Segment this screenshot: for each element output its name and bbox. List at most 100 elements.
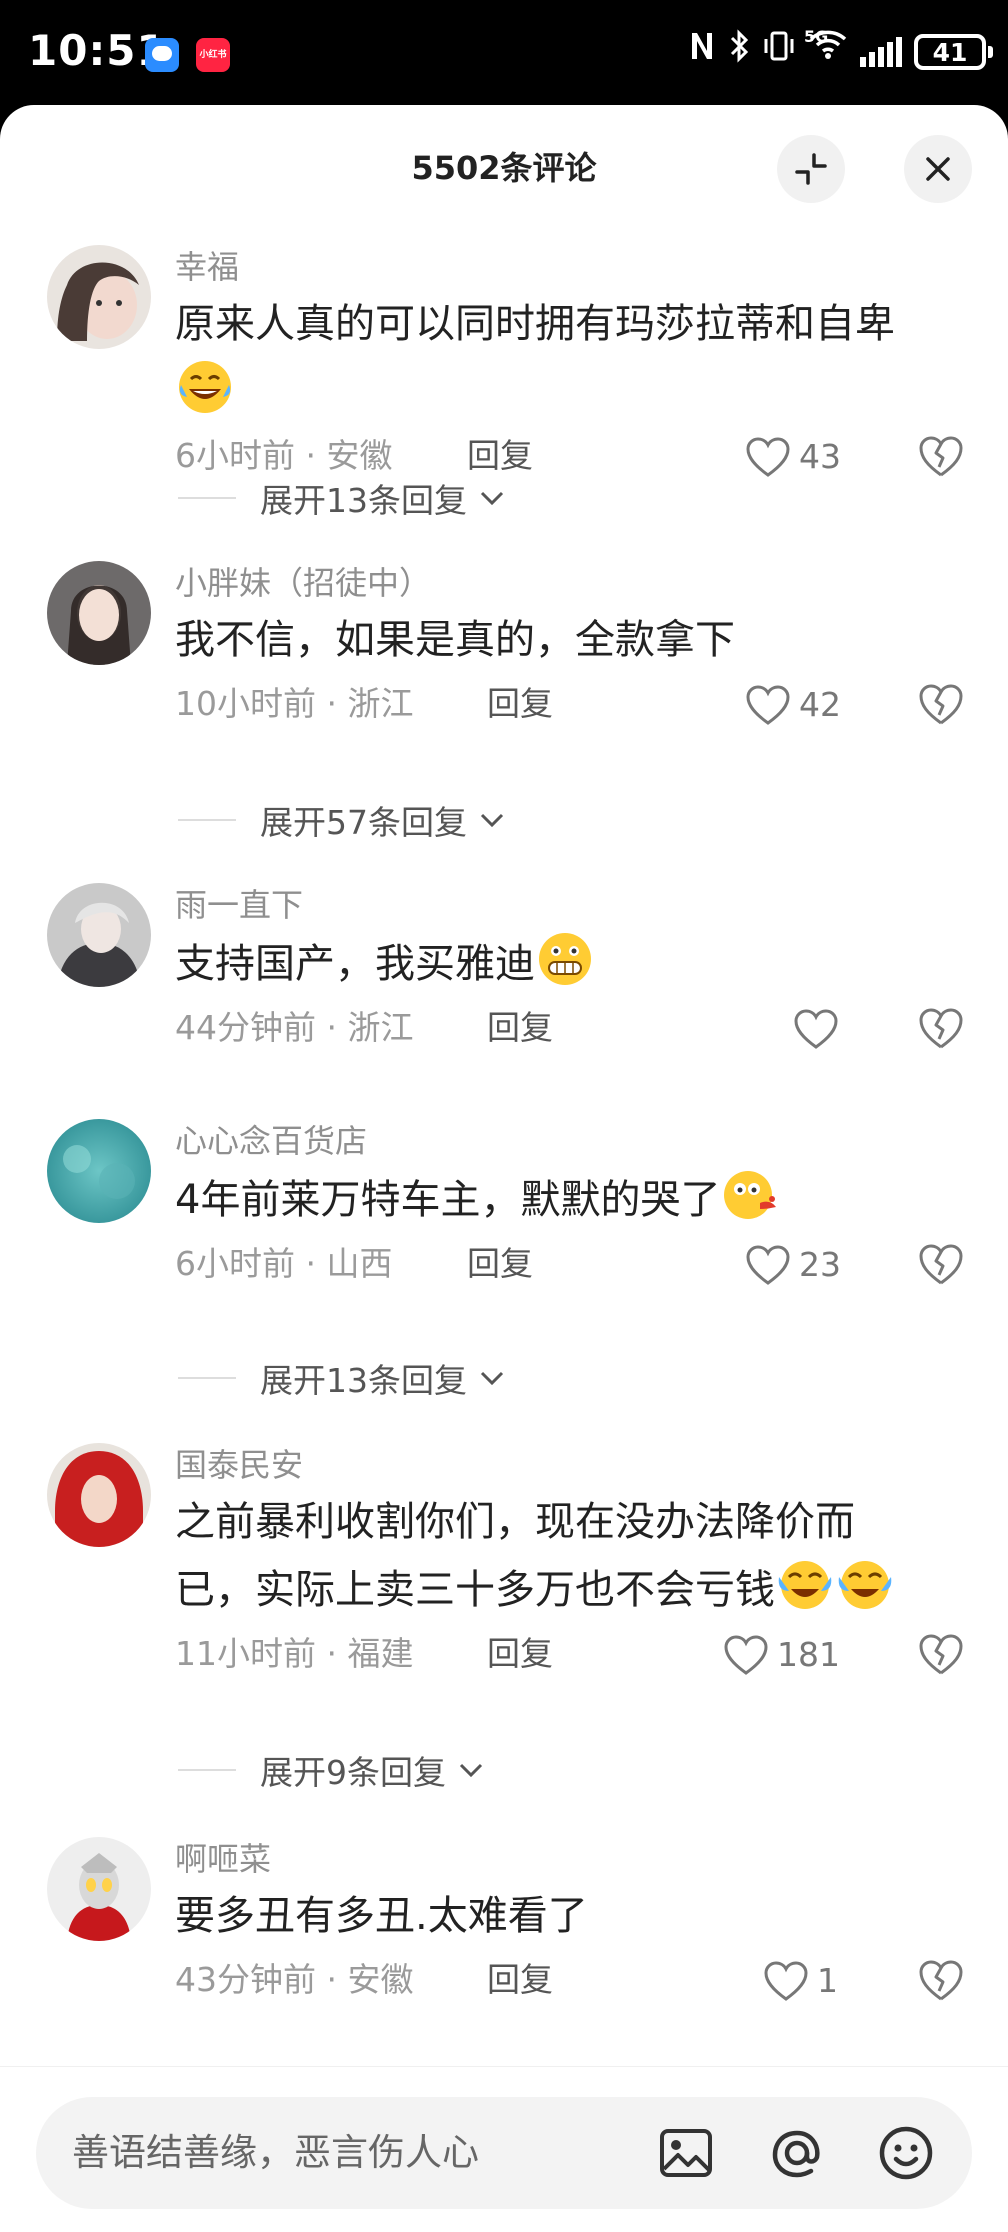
comment-count-title: 5502条评论 — [411, 149, 597, 187]
comment-text: 支持国产，我买雅迪 — [175, 929, 965, 997]
comment-item: 国泰民安 之前暴利收割你们，现在没办法降价而 已，实际上卖三十多万也不会亏钱 1… — [0, 1443, 1008, 1675]
nfc-icon — [688, 29, 716, 76]
divider-line — [178, 497, 236, 499]
comment-text: 4年前莱万特车主，默默的哭了 — [175, 1165, 965, 1233]
username[interactable]: 国泰民安 — [175, 1443, 965, 1487]
avatar[interactable] — [47, 883, 151, 987]
crying-laughing-emoji-icon — [775, 1555, 835, 1615]
wifi-icon: 5G — [804, 27, 848, 78]
image-icon — [660, 2129, 712, 2177]
avatar[interactable] — [47, 1119, 151, 1223]
like-button[interactable] — [793, 1005, 847, 1053]
comment-text-line2: 已，实际上卖三十多万也不会亏钱 — [175, 1567, 775, 1613]
like-button[interactable]: 43 — [745, 433, 841, 481]
crying-laughing-emoji-icon — [835, 1555, 895, 1615]
username[interactable]: 幸福 — [175, 245, 965, 289]
bluetooth-icon — [728, 28, 750, 76]
time-location: 43分钟前 · 安徽 — [175, 1960, 414, 1999]
expand-replies-label: 展开13条回复 — [260, 1361, 467, 1400]
comment-meta: 44分钟前 · 浙江 回复 — [175, 1001, 965, 1055]
dislike-button[interactable] — [917, 681, 965, 729]
comment-meta: 10小时前 · 浙江 回复 42 — [175, 677, 965, 731]
comment-text: 之前暴利收割你们，现在没办法降价而 已，实际上卖三十多万也不会亏钱 — [175, 1489, 965, 1623]
heart-icon — [724, 1635, 768, 1675]
username[interactable]: 雨一直下 — [175, 883, 965, 927]
close-button[interactable] — [904, 135, 972, 203]
reply-button[interactable]: 回复 — [467, 1237, 533, 1291]
comment-text-content: 4年前莱万特车主，默默的哭了 — [175, 1177, 721, 1223]
laughing-tears-emoji-icon — [175, 357, 235, 417]
mention-button[interactable] — [767, 2123, 827, 2183]
username[interactable]: 小胖妹（招徒中） — [175, 561, 965, 605]
time-location: 10小时前 · 浙江 — [175, 684, 414, 723]
broken-heart-icon — [919, 684, 963, 725]
reply-button[interactable]: 回复 — [487, 677, 553, 731]
heart-icon — [794, 1009, 838, 1049]
broken-heart-icon — [919, 1008, 963, 1049]
like-count: 43 — [799, 437, 841, 476]
avatar[interactable] — [47, 1837, 151, 1941]
expand-replies[interactable]: 展开13条回复 — [178, 1353, 507, 1403]
comment-input[interactable]: 善语结善缘，恶言伤人心 — [36, 2097, 972, 2209]
expand-replies[interactable]: 展开13条回复 — [178, 473, 507, 523]
network-type-label: 5G — [804, 26, 829, 46]
comments-panel: 5502条评论 幸福 原来人真的可以同时拥有玛莎拉蒂和自卑 6小时前 · 安徽 … — [0, 105, 1008, 2232]
dislike-button[interactable] — [917, 1631, 965, 1679]
username[interactable]: 啊咂菜 — [175, 1837, 965, 1881]
dislike-button[interactable] — [917, 1241, 965, 1289]
like-button[interactable]: 1 — [763, 1957, 838, 2005]
heart-icon — [746, 1245, 790, 1285]
chevron-down-icon — [459, 1763, 483, 1778]
broken-heart-icon — [919, 1960, 963, 2001]
comment-text-content: 支持国产，我买雅迪 — [175, 941, 535, 987]
chevron-down-icon — [480, 1371, 504, 1386]
emoji-button[interactable] — [876, 2123, 936, 2183]
like-button[interactable]: 23 — [745, 1241, 841, 1289]
avatar[interactable] — [47, 245, 151, 349]
avatar[interactable] — [47, 561, 151, 665]
like-button[interactable]: 181 — [723, 1631, 840, 1679]
comment-item: 啊咂菜 要多丑有多丑.太难看了 43分钟前 · 安徽 回复 1 — [0, 1837, 1008, 2037]
comment-item: 小胖妹（招徒中） 我不信，如果是真的，全款拿下 10小时前 · 浙江 回复 42 — [0, 561, 1008, 725]
comment-item: 雨一直下 支持国产，我买雅迪 44分钟前 · 浙江 回复 — [0, 883, 1008, 1049]
dislike-button[interactable] — [917, 433, 965, 481]
close-icon — [926, 157, 950, 181]
divider-line — [178, 1769, 236, 1771]
comment-text: 我不信，如果是真的，全款拿下 — [175, 617, 735, 663]
status-bar: 10:51 小红书 5G 41 — [0, 0, 1008, 105]
expand-replies-label: 展开9条回复 — [260, 1753, 446, 1792]
message-app-icon — [145, 38, 179, 72]
time-location: 44分钟前 · 浙江 — [175, 1008, 414, 1047]
expand-replies-label: 展开13条回复 — [260, 481, 467, 520]
smiley-icon — [879, 2126, 933, 2180]
reply-button[interactable]: 回复 — [487, 1001, 553, 1055]
comment-item: 幸福 原来人真的可以同时拥有玛莎拉蒂和自卑 6小时前 · 安徽 回复 43 — [0, 245, 1008, 477]
broken-heart-icon — [919, 1244, 963, 1285]
status-icons: 5G 41 — [688, 27, 993, 76]
time-location: 6小时前 · 山西 — [175, 1244, 393, 1283]
minimize-button[interactable] — [777, 135, 845, 203]
reply-button[interactable]: 回复 — [487, 1627, 553, 1681]
spitting-blood-emoji-icon — [720, 1165, 780, 1225]
expand-replies[interactable]: 展开57条回复 — [178, 795, 507, 845]
avatar[interactable] — [47, 1443, 151, 1547]
dislike-button[interactable] — [917, 1957, 965, 2005]
xiaohongshu-app-icon: 小红书 — [196, 38, 230, 72]
at-sign-icon — [772, 2130, 820, 2178]
grinning-teeth-emoji-icon — [535, 929, 595, 989]
comment-meta: 43分钟前 · 安徽 回复 1 — [175, 1953, 965, 2007]
time-location: 11小时前 · 福建 — [175, 1634, 414, 1673]
reply-button[interactable]: 回复 — [487, 1953, 553, 2007]
username[interactable]: 心心念百货店 — [175, 1119, 965, 1163]
expand-replies[interactable]: 展开9条回复 — [178, 1745, 486, 1795]
heart-icon — [764, 1961, 808, 2001]
comment-list[interactable]: 幸福 原来人真的可以同时拥有玛莎拉蒂和自卑 6小时前 · 安徽 回复 43 展开… — [0, 223, 1008, 2171]
battery-icon: 41 — [914, 34, 993, 70]
image-button[interactable] — [656, 2123, 716, 2183]
vibrate-icon — [762, 29, 796, 76]
comment-text: 要多丑有多丑.太难看了 — [175, 1893, 588, 1939]
collapse-arrows-icon — [795, 153, 827, 185]
dislike-button[interactable] — [917, 1005, 965, 1053]
like-button[interactable]: 42 — [745, 681, 841, 729]
heart-icon — [746, 437, 790, 477]
